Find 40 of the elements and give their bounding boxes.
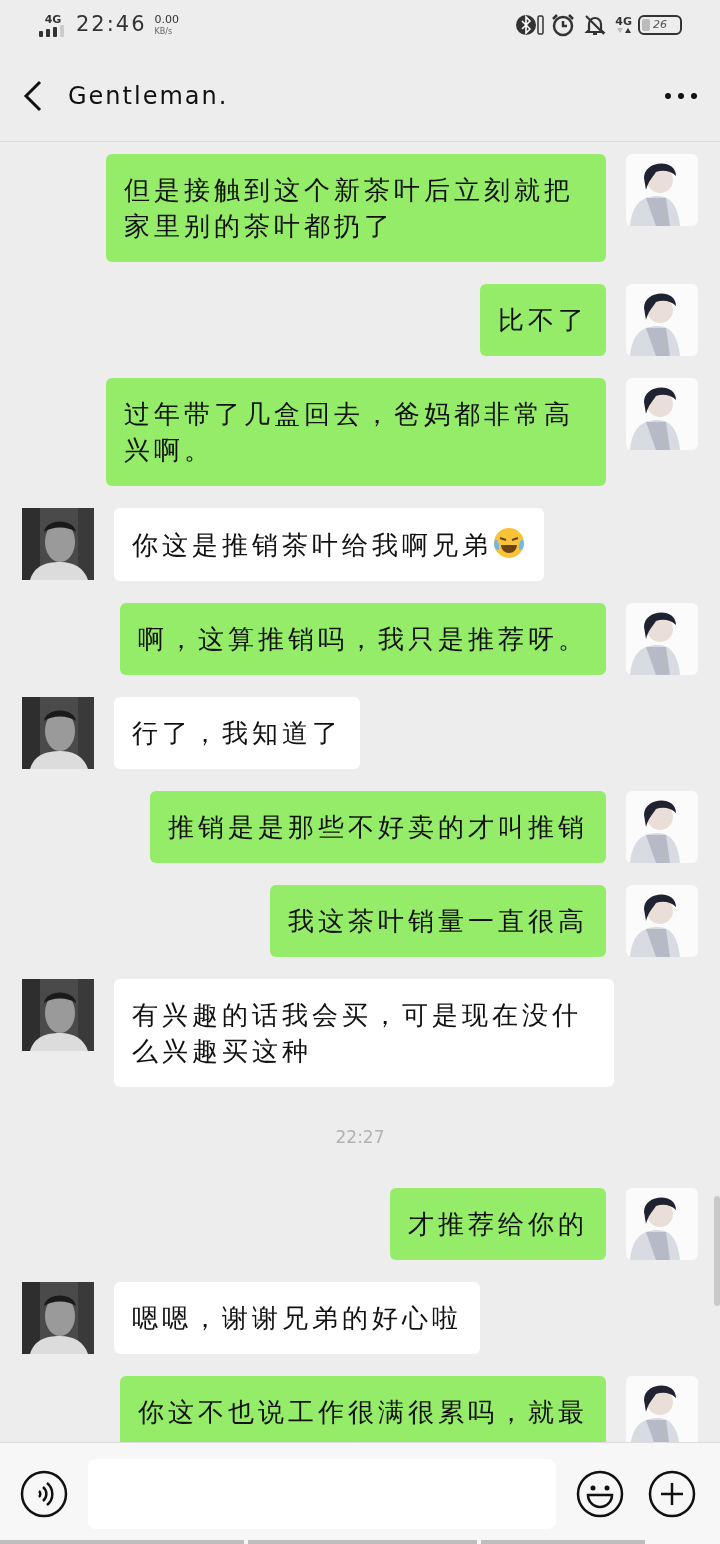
message-bubble: 嗯嗯，谢谢兄弟的好心啦 <box>114 1282 480 1354</box>
message-bubble: 才推荐给你的 <box>390 1188 606 1260</box>
message-bubble: 有兴趣的话我会买，可是现在没什么兴趣买这种 <box>114 979 614 1087</box>
avatar-figure[interactable] <box>626 378 698 450</box>
chat-title: Gentleman. <box>68 80 229 112</box>
message-bubble: 行了，我知道了 <box>114 697 360 769</box>
avatar-figure[interactable] <box>22 508 94 580</box>
message-bubble: 推销是是那些不好卖的才叫推销 <box>150 791 606 863</box>
avatar-figure[interactable] <box>626 154 698 226</box>
avatar-figure[interactable] <box>626 603 698 675</box>
avatar-figure[interactable] <box>626 284 698 356</box>
avatar-figure[interactable] <box>22 697 94 769</box>
avatar-figure[interactable] <box>626 1376 698 1442</box>
message-bubble: 比不了 <box>480 284 606 356</box>
avatar-figure[interactable] <box>626 791 698 863</box>
network-label: 4G <box>615 16 632 27</box>
message-bubble: 我这茶叶销量一直很高 <box>270 885 606 957</box>
timestamp: 22:27 <box>335 1125 385 1149</box>
message-bubble: 但是接触到这个新茶叶后立刻就把家里别的茶叶都扔了 <box>106 154 606 262</box>
data-arrows-icon <box>616 27 631 34</box>
more-icon[interactable] <box>664 91 698 100</box>
message-bubble: 啊，这算推销吗，我只是推荐呀。 <box>120 603 606 675</box>
clock-time: 22:46 <box>76 11 147 39</box>
message-bubble: 过年带了几盒回去，爸妈都非常高兴啊。 <box>106 378 606 486</box>
bell-muted-icon <box>583 13 608 37</box>
avatar-figure[interactable] <box>626 1188 698 1260</box>
avatar-figure[interactable] <box>626 885 698 957</box>
emoji-icon[interactable] <box>576 1469 624 1518</box>
network-label: 4G <box>44 13 62 25</box>
avatar-figure[interactable] <box>22 979 94 1051</box>
message-bubble: 你这不也说工作很满很累吗，就最 <box>120 1376 606 1442</box>
plus-icon[interactable] <box>648 1469 696 1518</box>
battery-icon: 26 <box>638 15 682 35</box>
avatar-figure[interactable] <box>22 1282 94 1354</box>
speed-unit: KB/s <box>154 28 174 36</box>
message-bubble: 你这是推销茶叶给我啊兄弟 <box>114 508 544 581</box>
bluetooth-icon <box>515 13 546 37</box>
network-speed: 0.00 <box>154 14 180 25</box>
voice-icon[interactable] <box>20 1469 68 1518</box>
alarm-icon <box>551 13 576 37</box>
